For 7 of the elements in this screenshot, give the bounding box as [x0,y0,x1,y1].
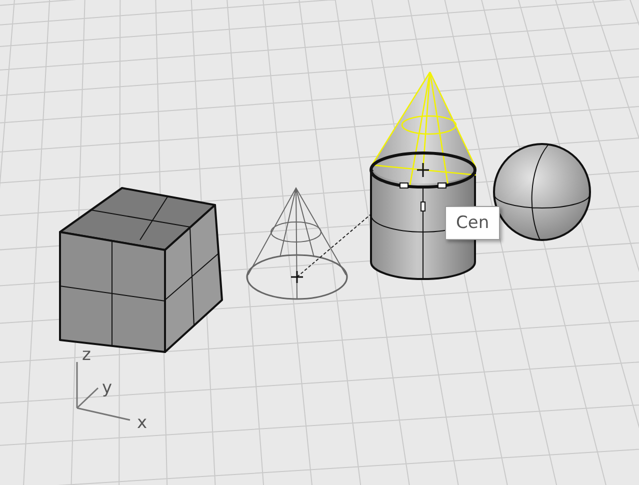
axis-x [76,407,130,421]
axis-label: y [102,378,112,398]
axis-label: x [137,413,148,433]
axis-z [76,362,78,408]
snap-tooltip: Cen [445,206,500,240]
axis-y [76,387,99,409]
axis-label: z [82,345,91,365]
